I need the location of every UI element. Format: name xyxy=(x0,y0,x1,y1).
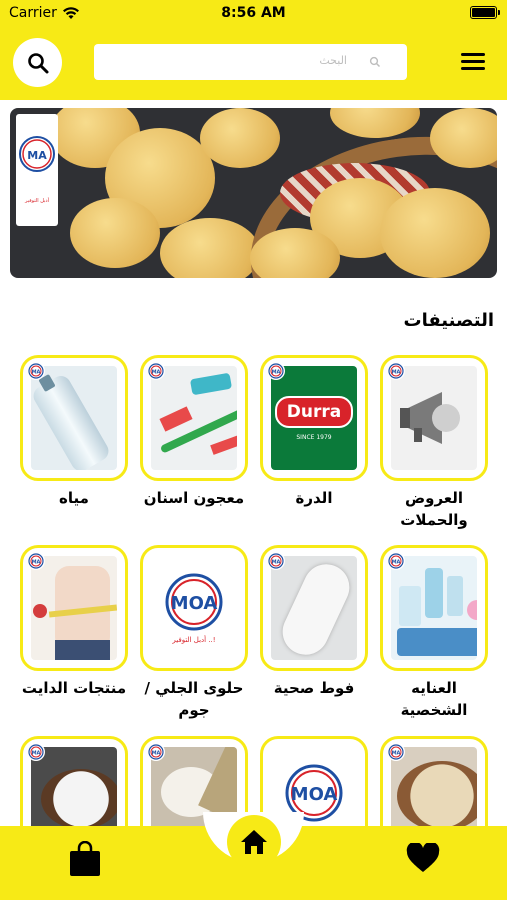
category-image-frame: MA Durra SINCE 1979 xyxy=(260,355,368,481)
chip-shape xyxy=(160,218,260,278)
category-card[interactable]: MA العنايه الشخصية xyxy=(380,545,488,721)
svg-text:MA: MA xyxy=(27,149,47,162)
category-image: Durra SINCE 1979 xyxy=(271,366,357,470)
svg-text:أدبل التوفير: أدبل التوفير xyxy=(24,197,50,204)
logo-tagline: أدبل التوفير ..! xyxy=(172,636,216,644)
search-icon xyxy=(27,52,48,73)
category-label: منتجات الدايت xyxy=(21,679,127,697)
battery-icon xyxy=(470,6,500,19)
category-label: معجون اسنان xyxy=(143,489,245,507)
category-label: الدرة xyxy=(295,489,333,507)
category-card[interactable]: MA معجون اسنان xyxy=(140,355,248,509)
cart-button[interactable] xyxy=(68,840,102,881)
promo-banner[interactable]: MA أدبل التوفير xyxy=(10,108,497,278)
store-badge-icon: MA xyxy=(387,362,405,380)
store-badge-icon: MA xyxy=(147,743,165,761)
menu-icon[interactable] xyxy=(461,53,485,71)
category-image xyxy=(391,556,477,660)
store-badge-icon: MA xyxy=(27,743,45,761)
store-badge-icon: MA xyxy=(147,362,165,380)
store-badge-icon: MA xyxy=(387,743,405,761)
store-badge-icon: MA xyxy=(267,362,285,380)
durra-since-text: SINCE 1979 xyxy=(296,433,332,441)
category-label: مياه xyxy=(59,489,89,507)
search-small-icon xyxy=(369,56,381,68)
store-badge-icon: MA xyxy=(267,552,285,570)
store-badge-icon: MA xyxy=(387,552,405,570)
category-card[interactable]: MA فوط صحية xyxy=(260,545,368,699)
category-image xyxy=(31,556,117,660)
svg-text:MA: MA xyxy=(32,370,41,376)
category-card[interactable]: MA Durra SINCE 1979 الدرة xyxy=(260,355,368,509)
search-input[interactable]: البحث xyxy=(94,44,407,80)
section-title: التصنيفات xyxy=(403,310,494,331)
category-card[interactable]: MA منتجات الدايت xyxy=(20,545,128,699)
category-card[interactable]: MA العروض والحملات xyxy=(380,355,488,531)
category-image-frame: MA xyxy=(380,355,488,481)
logo-letters: MOA xyxy=(171,593,218,614)
svg-text:MA: MA xyxy=(392,370,401,376)
category-label: العنايه الشخصية xyxy=(400,679,468,719)
status-time: 8:56 AM xyxy=(221,5,286,21)
store-badge-icon: MA xyxy=(27,362,45,380)
store-badge-icon: MA xyxy=(27,552,45,570)
category-image xyxy=(271,556,357,660)
chip-shape xyxy=(200,108,280,168)
svg-text:MA: MA xyxy=(272,370,281,376)
search-button[interactable] xyxy=(13,38,62,87)
header: Carrier 8:56 AM البحث xyxy=(0,0,507,100)
category-label: فوط صحية xyxy=(273,679,355,697)
store-logo: MA أدبل التوفير xyxy=(16,114,58,226)
status-bar: Carrier 8:56 AM xyxy=(0,0,507,30)
search-placeholder: البحث xyxy=(319,54,347,67)
home-button[interactable] xyxy=(227,815,281,869)
category-image-frame: MA xyxy=(140,355,248,481)
category-image xyxy=(31,366,117,470)
category-image-frame: MA xyxy=(380,545,488,671)
category-image-frame: MA xyxy=(260,545,368,671)
category-card[interactable]: MOA أدبل التوفير ..! حلوى الجلي / جوم xyxy=(140,545,248,721)
chip-shape xyxy=(380,188,490,278)
category-image-frame: MA xyxy=(20,545,128,671)
svg-text:MA: MA xyxy=(392,751,401,757)
category-image xyxy=(391,366,477,470)
svg-text:MA: MA xyxy=(32,560,41,566)
category-image xyxy=(151,366,237,470)
svg-text:MA: MA xyxy=(152,370,161,376)
durra-brand-text: Durra xyxy=(274,395,354,428)
logo-letters: MOA xyxy=(291,784,338,805)
svg-text:MA: MA xyxy=(32,751,41,757)
home-icon xyxy=(241,830,267,854)
category-image-frame: MOA أدبل التوفير ..! xyxy=(140,545,248,671)
category-label: حلوى الجلي / جوم xyxy=(144,679,244,719)
chip-shape xyxy=(70,198,160,268)
category-image-frame: MA xyxy=(20,355,128,481)
category-image: MOA أدبل التوفير ..! xyxy=(151,556,237,660)
category-label: العروض والحملات xyxy=(400,489,468,529)
shopping-bag-icon xyxy=(70,840,100,876)
category-card[interactable]: MA مياه xyxy=(20,355,128,509)
svg-text:MA: MA xyxy=(392,560,401,566)
svg-text:MA: MA xyxy=(152,751,161,757)
svg-text:MA: MA xyxy=(272,560,281,566)
chip-shape xyxy=(330,108,420,138)
favorites-button[interactable] xyxy=(406,841,440,877)
heart-icon xyxy=(406,841,440,872)
